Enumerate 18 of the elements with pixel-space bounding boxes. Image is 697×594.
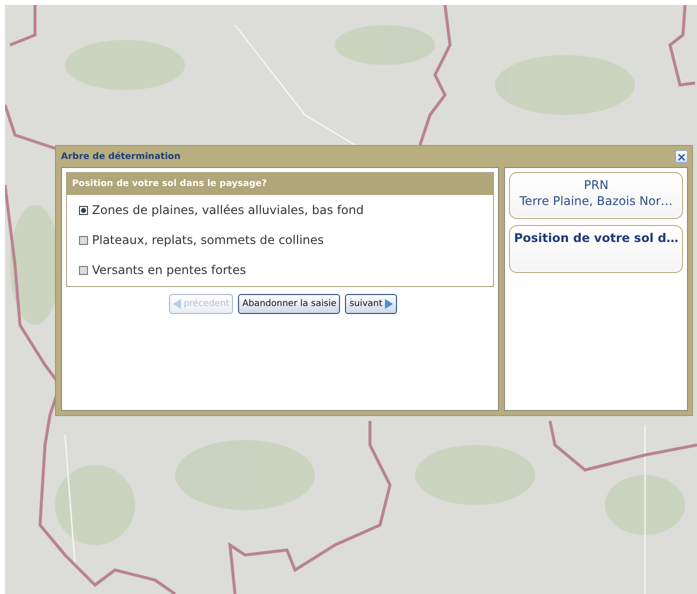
radio-button[interactable] bbox=[79, 236, 88, 244]
step-text: Position de votre sol d… bbox=[514, 230, 678, 246]
question-header: Position de votre sol dans le paysage? bbox=[67, 173, 493, 195]
right-arrow-icon bbox=[385, 299, 394, 309]
close-button[interactable]: × bbox=[675, 150, 688, 163]
radio-button[interactable] bbox=[79, 266, 88, 274]
result-text: Terre Plaine, Bazois Nor… bbox=[518, 193, 674, 209]
step-card[interactable]: Position de votre sol d… bbox=[509, 225, 684, 273]
result-text: PRN bbox=[582, 177, 610, 193]
result-card[interactable]: PRN Terre Plaine, Bazois Nor… bbox=[509, 172, 684, 219]
option-label[interactable]: Plateaux, replats, sommets de collines bbox=[92, 233, 324, 247]
option-label[interactable]: Versants en pentes fortes bbox=[92, 263, 246, 277]
left-arrow-icon bbox=[172, 299, 181, 309]
radio-button[interactable] bbox=[79, 206, 88, 214]
dialog-title: Arbre de détermination bbox=[61, 152, 181, 162]
next-button[interactable]: suivant bbox=[345, 294, 398, 314]
option-label[interactable]: Zones de plaines, vallées alluviales, bas fond bbox=[92, 203, 364, 217]
cancel-button[interactable]: Abandonner la saisie bbox=[238, 294, 340, 314]
